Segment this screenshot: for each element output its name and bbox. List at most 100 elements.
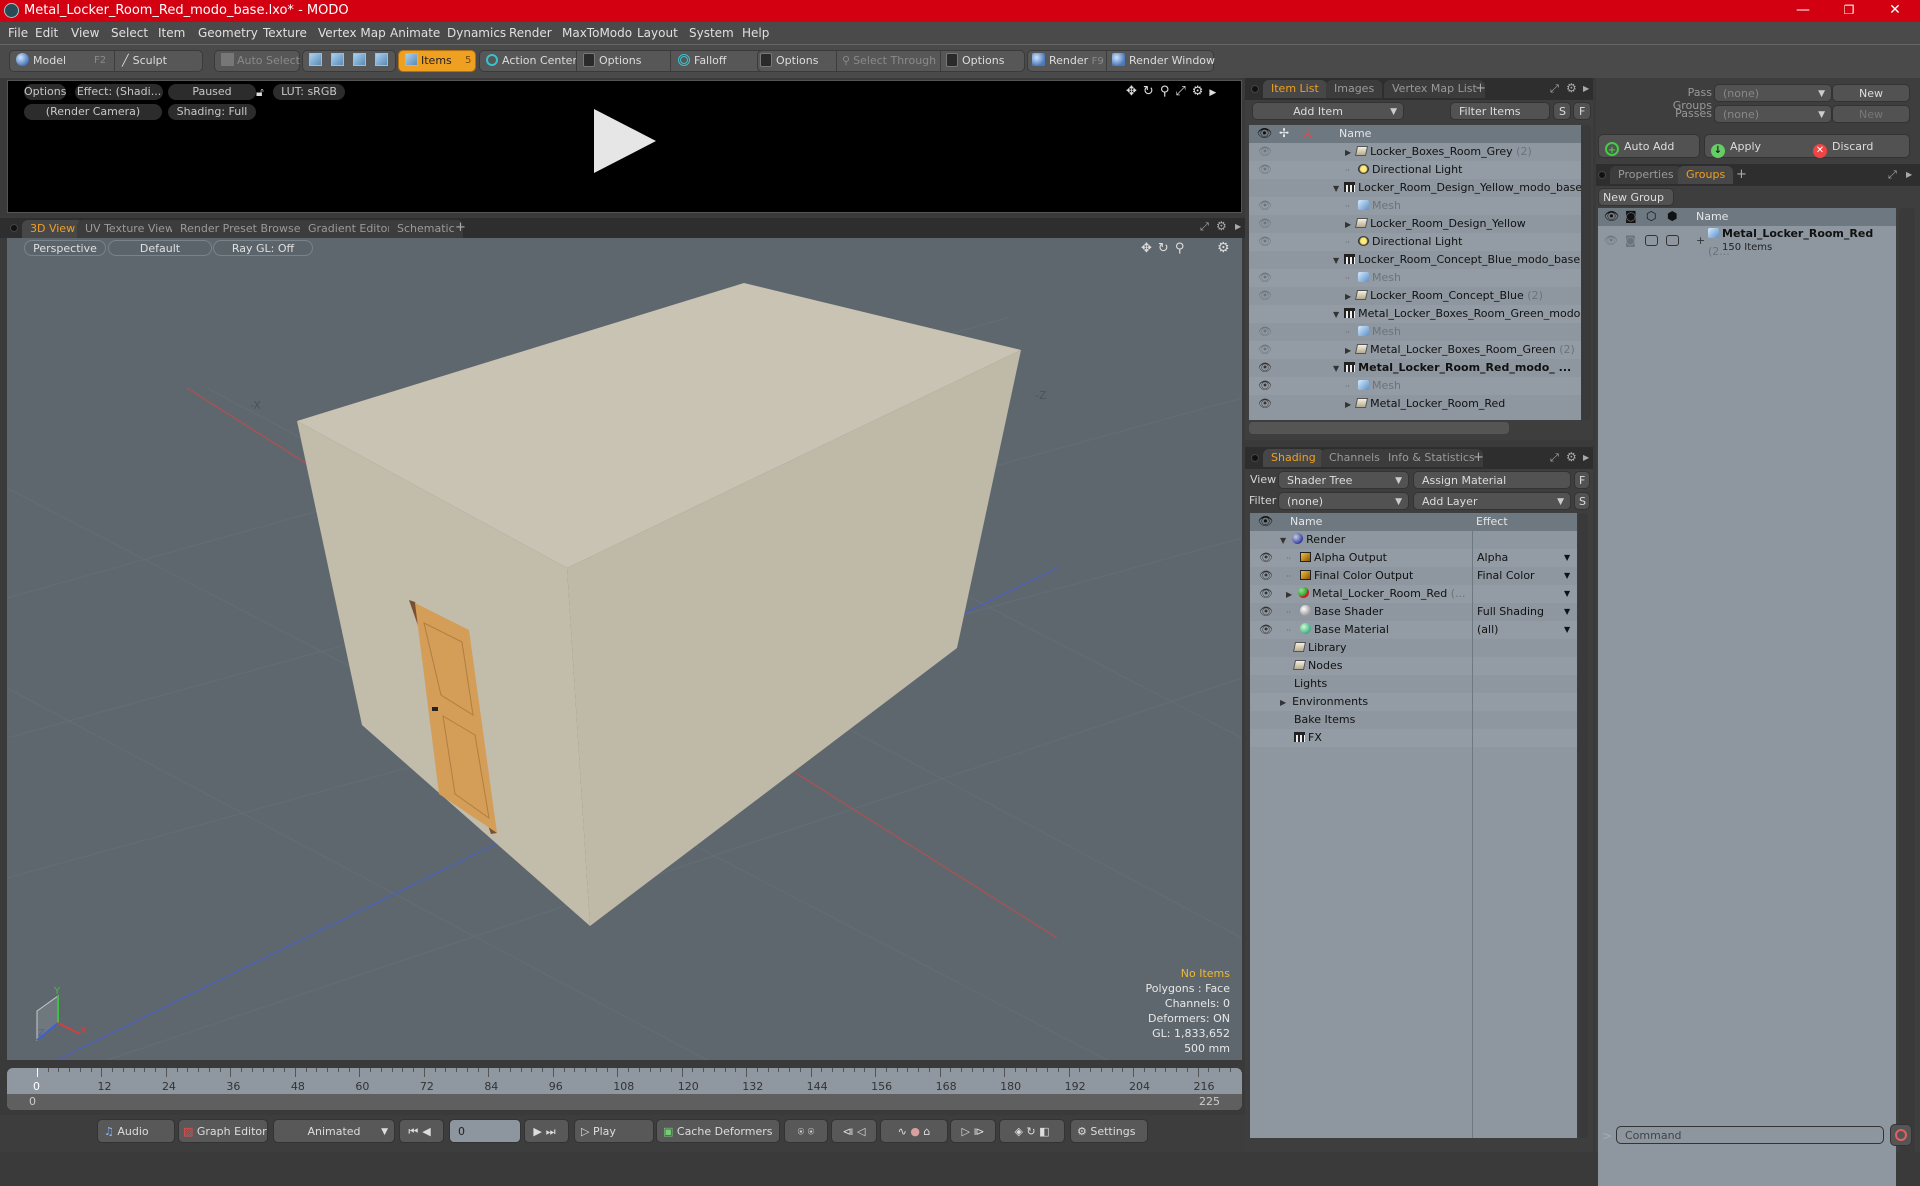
menu-system[interactable]: System bbox=[689, 26, 734, 40]
key-up-icon[interactable]: ⍟ bbox=[798, 1125, 805, 1138]
pass-groups-dropdown[interactable]: (none) ▼ bbox=[1714, 84, 1832, 102]
shader-row[interactable]: Bake Items bbox=[1250, 711, 1577, 729]
tab-item-list[interactable]: Item List bbox=[1263, 80, 1327, 98]
discard-button[interactable]: ✕ Discard bbox=[1807, 135, 1873, 159]
menu-help[interactable]: Help bbox=[742, 26, 769, 40]
menu-file[interactable]: File bbox=[8, 26, 28, 40]
viewport-gear-icon[interactable]: ⚙ bbox=[1217, 240, 1230, 256]
add-tab-icon[interactable]: + bbox=[455, 220, 466, 235]
shader-row[interactable]: Nodes bbox=[1250, 657, 1577, 675]
eye-icon[interactable]: 👁︎ bbox=[1258, 395, 1272, 413]
expand-icon[interactable]: ▶ bbox=[1345, 346, 1351, 355]
panel-menu-icon[interactable] bbox=[1251, 85, 1259, 93]
add-tab-icon[interactable]: + bbox=[1736, 167, 1747, 182]
shader-row[interactable]: ▶ Environments bbox=[1250, 693, 1577, 711]
prev-key-icon[interactable]: ⧏ bbox=[843, 1125, 854, 1138]
passes-dropdown[interactable]: (none) ▼ bbox=[1714, 105, 1832, 123]
expand-icon[interactable]: ▶ bbox=[1345, 148, 1351, 157]
item-row[interactable]: 👁︎ ·· Mesh bbox=[1249, 323, 1581, 341]
tab-groups[interactable]: Groups bbox=[1678, 166, 1734, 184]
eye-icon[interactable]: 👁︎ bbox=[1259, 603, 1273, 621]
menu-geometry[interactable]: Geometry bbox=[198, 26, 258, 40]
eye-icon[interactable]: 👁︎ bbox=[1258, 377, 1272, 395]
shader-row[interactable]: 👁︎ ▶ Metal_Locker_Room_Red (... ▼ bbox=[1250, 585, 1577, 603]
effect-dropdown-icon[interactable]: ▼ bbox=[1564, 603, 1570, 621]
maximize-icon[interactable]: ⤢ bbox=[1175, 84, 1191, 99]
panel-arrow-icon[interactable]: ▶ bbox=[1583, 84, 1589, 93]
minimize-button[interactable]: — bbox=[1780, 0, 1826, 22]
collapse-icon[interactable]: ▼ bbox=[1280, 536, 1286, 545]
eye-icon[interactable]: 👁︎ bbox=[1258, 269, 1272, 287]
tab-channels[interactable]: Channels bbox=[1321, 449, 1388, 467]
square-tool-icon[interactable]: ◧ bbox=[1039, 1125, 1049, 1138]
item-row[interactable]: 👁︎ ·· Directional Light bbox=[1249, 161, 1581, 179]
action-center-options-button[interactable]: Options bbox=[581, 51, 641, 71]
tab-images[interactable]: Images bbox=[1326, 80, 1383, 98]
effect-dropdown-icon[interactable]: ▼ bbox=[1564, 549, 1570, 567]
panel-menu-icon[interactable] bbox=[1598, 171, 1606, 179]
first-frame-icon[interactable]: ⏮ bbox=[408, 1125, 422, 1138]
pan-icon[interactable]: ✥ bbox=[1141, 241, 1158, 256]
item-row[interactable]: 👁︎ ·· Mesh bbox=[1249, 197, 1581, 215]
expand-icon[interactable]: ▶ bbox=[1345, 400, 1351, 409]
next-frame-icon[interactable]: ▶ bbox=[533, 1125, 545, 1138]
effect-dropdown-icon[interactable]: ▼ bbox=[1564, 621, 1570, 639]
cache-deformers-button[interactable]: ▣ Cache Deformers bbox=[656, 1119, 780, 1143]
tab-3d-view[interactable]: 3D View bbox=[22, 220, 84, 238]
effect-dropdown-icon[interactable]: ▼ bbox=[1564, 567, 1570, 585]
render-toggle-icon[interactable]: ◙ bbox=[1625, 232, 1636, 250]
last-frame-icon[interactable]: ⏭ bbox=[546, 1125, 560, 1138]
item-row[interactable]: 👁︎ ▶ Locker_Room_Design_Yellow bbox=[1249, 215, 1581, 233]
item-list-scrollbar[interactable] bbox=[1581, 125, 1591, 420]
eye-icon[interactable]: 👁︎ bbox=[1258, 359, 1272, 377]
frame-input[interactable]: 0 bbox=[449, 1119, 521, 1143]
menu-animate[interactable]: Animate bbox=[390, 26, 440, 40]
lock-checkbox[interactable] bbox=[1645, 235, 1658, 246]
groups-scrollbar[interactable] bbox=[1899, 208, 1915, 1186]
play-arrow-icon[interactable]: ▶ bbox=[1209, 88, 1222, 98]
maximize-panel-icon[interactable]: ⤢ bbox=[1200, 220, 1209, 234]
edges-mode-button[interactable] bbox=[329, 51, 347, 71]
paused-button[interactable]: Paused bbox=[168, 84, 256, 100]
shader-row[interactable]: 👁︎ ·· Base Material (all) ▼ bbox=[1250, 621, 1577, 639]
filter-items-input[interactable]: Filter Items bbox=[1450, 102, 1550, 120]
menu-edit[interactable]: Edit bbox=[35, 26, 58, 40]
menu-dynamics[interactable]: Dynamics bbox=[447, 26, 506, 40]
item-row[interactable]: 👁︎ ▶ Metal_Locker_Room_Red bbox=[1249, 395, 1581, 413]
panel-arrow-icon[interactable]: ▶ bbox=[1906, 170, 1912, 179]
menu-maxtomodo[interactable]: MaxToModo bbox=[562, 26, 632, 40]
auto-key-icon[interactable]: ⌂ bbox=[923, 1125, 930, 1138]
rotate-icon[interactable]: ↻ bbox=[1158, 241, 1175, 256]
add-layer-dropdown[interactable]: Add Layer ▼ bbox=[1413, 492, 1571, 510]
falloff-options-button[interactable]: Options bbox=[758, 51, 818, 71]
menu-layout[interactable]: Layout bbox=[637, 26, 678, 40]
expand-icon[interactable]: ▶ bbox=[1345, 292, 1351, 301]
maximize-panel-icon[interactable]: ⤢ bbox=[1550, 451, 1559, 465]
collapse-icon[interactable]: ▼ bbox=[1333, 310, 1339, 319]
assign-material-button[interactable]: Assign Material bbox=[1413, 471, 1571, 489]
menu-view[interactable]: View bbox=[71, 26, 99, 40]
pan-icon[interactable]: ✥ bbox=[1126, 84, 1143, 99]
s-button[interactable]: S bbox=[1574, 492, 1590, 510]
shader-row[interactable]: Library bbox=[1250, 639, 1577, 657]
record-tools[interactable]: ∿ ● ⌂ bbox=[880, 1119, 948, 1143]
materials-mode-button[interactable] bbox=[373, 51, 391, 71]
eye-icon[interactable]: 👁︎ bbox=[1259, 621, 1273, 639]
tab-gradient-editor[interactable]: Gradient Editor bbox=[300, 220, 400, 238]
play-render-icon[interactable] bbox=[594, 109, 656, 173]
tab-info-statistics[interactable]: Info & Statistics bbox=[1380, 449, 1483, 467]
eye-icon[interactable]: 👁︎ bbox=[1258, 287, 1272, 305]
prev-frame-icon[interactable]: ◀ bbox=[422, 1125, 434, 1138]
select-through-options-button[interactable]: Options bbox=[944, 51, 1004, 71]
add-item-dropdown[interactable]: Add Item ▼ bbox=[1252, 102, 1404, 120]
eye-icon[interactable]: 👁︎ bbox=[1604, 232, 1618, 250]
next-key-buttons[interactable]: ▶⏭ bbox=[524, 1119, 569, 1143]
prev-key2-icon[interactable]: ◁ bbox=[857, 1125, 865, 1138]
viewport-style-dropdown[interactable]: Default bbox=[108, 240, 212, 256]
graph-editor-button[interactable]: ▨ Graph Editor bbox=[178, 1119, 268, 1143]
model-button[interactable]: Model F2 bbox=[14, 51, 112, 71]
item-row[interactable]: 👁︎ ·· Directional Light bbox=[1249, 233, 1581, 251]
record-macro-button[interactable] bbox=[1890, 1124, 1912, 1146]
tab-render-preset-browser[interactable]: Render Preset Browser bbox=[172, 220, 314, 238]
expand-icon[interactable]: ▶ bbox=[1280, 698, 1286, 707]
